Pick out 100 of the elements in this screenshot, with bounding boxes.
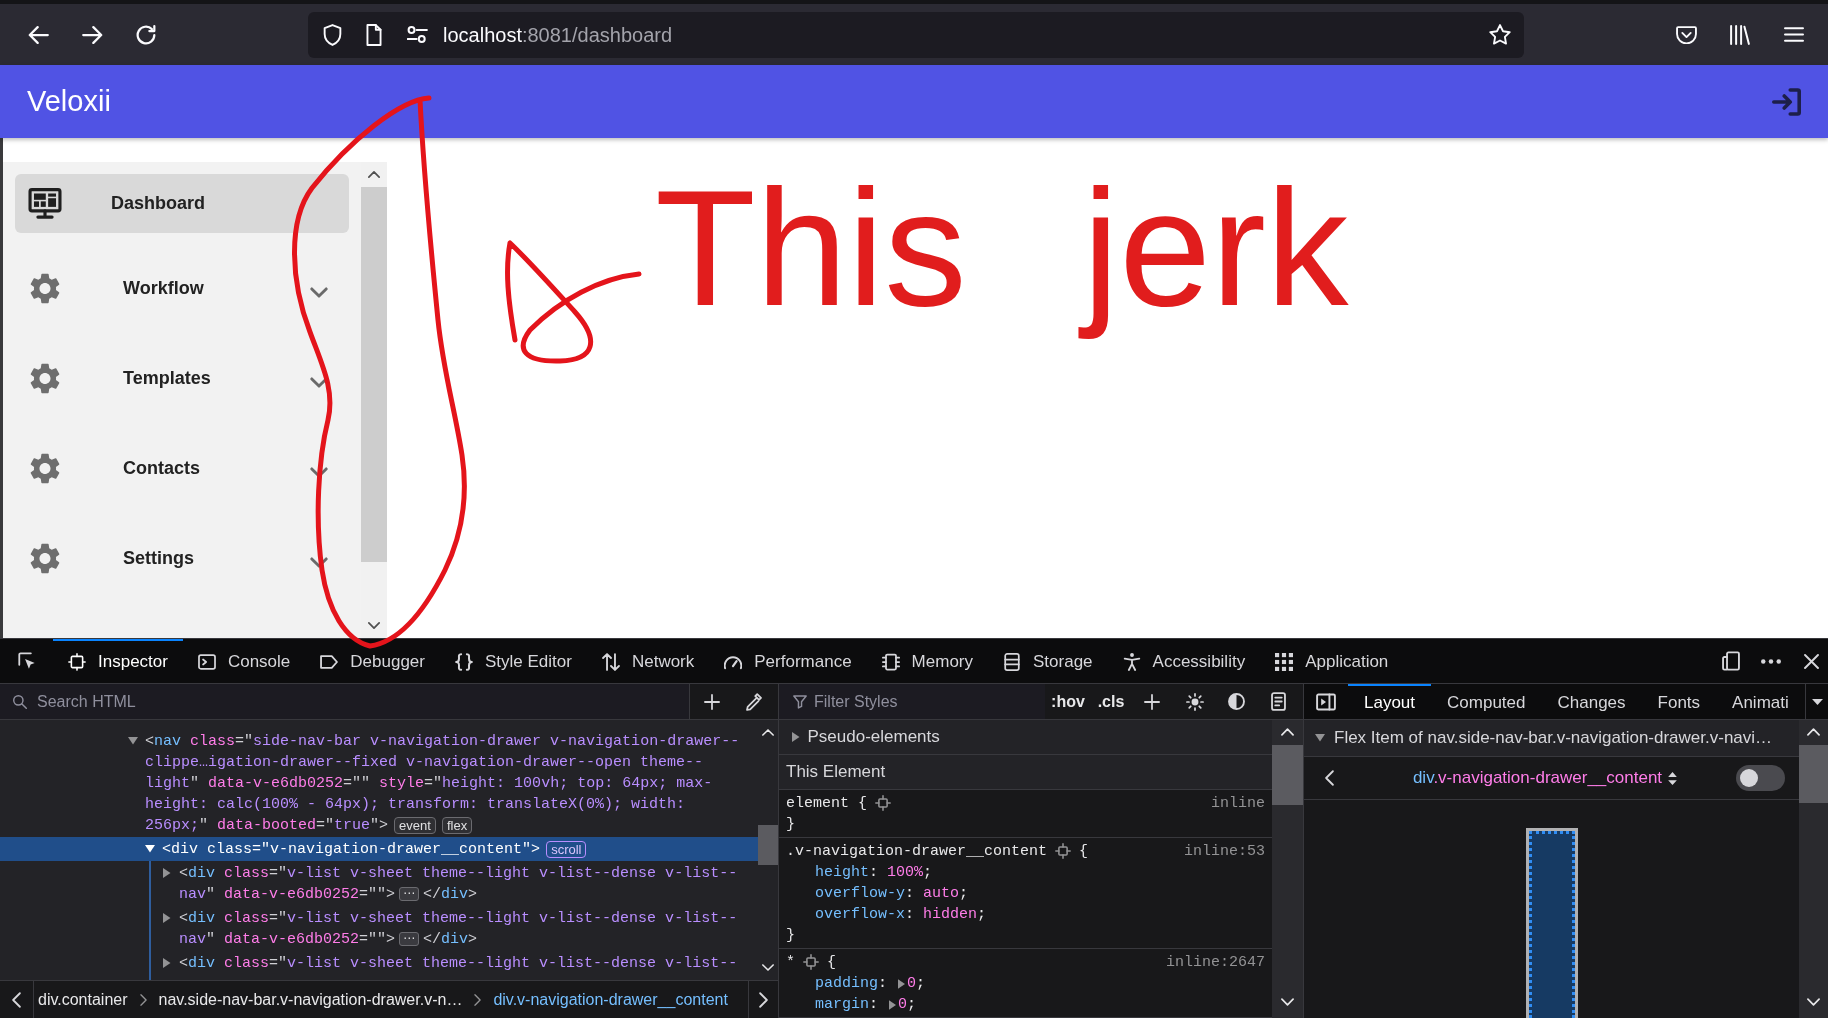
disclosure-triangle-icon[interactable]: [145, 845, 155, 853]
disclosure-triangle-icon[interactable]: [128, 737, 138, 745]
sidebar-tab[interactable]: Fonts: [1641, 684, 1717, 719]
disclosure-triangle-icon[interactable]: [163, 913, 171, 923]
style-section-toggle[interactable]: Pseudo-elements: [779, 720, 1272, 755]
css-declaration: overflow-y: auto;: [815, 884, 969, 904]
menu-icon: [1784, 27, 1804, 42]
css-value: 0;: [907, 974, 926, 994]
eyedropper-icon: [746, 692, 762, 711]
disclosure-triangle-icon[interactable]: [163, 868, 171, 878]
devtools-tab[interactable]: Memory: [866, 639, 988, 683]
closing-tag: </div>: [423, 883, 478, 905]
devtools-tab[interactable]: Accessibility: [1107, 639, 1261, 683]
rule-source[interactable]: inline:53: [1184, 840, 1265, 862]
disclosure-triangle-icon[interactable]: [898, 978, 906, 989]
css-declaration: padding:: [815, 974, 889, 994]
page-icon[interactable]: [366, 23, 382, 46]
scrollbar-thumb[interactable]: [1272, 745, 1303, 805]
chevron-down-icon[interactable]: [310, 286, 328, 298]
flex-item-selector[interactable]: div.v-navigation-drawer__content: [1412, 765, 1663, 791]
nav-item[interactable]: Contacts: [15, 423, 349, 513]
pseudo-class-toggle[interactable]: :hov: [1045, 684, 1091, 719]
chevron-down-icon[interactable]: [310, 556, 328, 568]
gauge-icon: [724, 653, 743, 671]
brace: {: [827, 952, 837, 973]
nav-item[interactable]: Workflow: [15, 243, 349, 333]
forward-arrow-icon: [81, 25, 103, 44]
devtools-tab[interactable]: Console: [182, 639, 306, 683]
breadcrumb[interactable]: div.container: [34, 987, 132, 1012]
plus-icon: [1144, 693, 1160, 710]
disclosure-triangle-icon[interactable]: [889, 999, 897, 1010]
frame-target-icon: [68, 653, 86, 671]
markup-code-line: height: calc(100% - 64px); transform: translateX(0%); width:: [145, 794, 686, 815]
css-selector: *: [786, 952, 795, 973]
crosshair-icon[interactable]: [875, 795, 892, 811]
monitor-dashboard-icon: [28, 188, 62, 219]
nav-item[interactable]: Templates: [15, 333, 349, 423]
close-icon: [1803, 653, 1819, 669]
chevron-right-icon: [474, 993, 482, 1006]
sliders-icon[interactable]: [407, 26, 428, 43]
gear-icon: [30, 542, 60, 574]
node-badge[interactable]: scroll: [546, 840, 587, 858]
rule-source[interactable]: inline:2647: [1165, 951, 1265, 973]
star-icon[interactable]: [1489, 24, 1511, 45]
sidebar-tab[interactable]: Changes: [1541, 684, 1642, 719]
sidebar-tab[interactable]: Animati: [1716, 684, 1805, 719]
console-icon: [197, 653, 216, 671]
chevron-left-icon: [1324, 770, 1334, 786]
pseudo-class-toggle[interactable]: .cls: [1093, 684, 1129, 719]
address-bar[interactable]: localhost:8081/dashboard: [308, 11, 1524, 58]
css-declaration: overflow-x: hidden;: [815, 905, 987, 925]
scrollbar-thumb[interactable]: [1799, 745, 1828, 803]
scrollbar-thumb[interactable]: [758, 825, 778, 865]
chevron-down-icon[interactable]: [310, 376, 328, 388]
url-text: localhost:8081/dashboard: [443, 22, 673, 48]
annotation-text: This jerk: [655, 155, 1349, 342]
flex-item-section-toggle[interactable]: Flex Item of nav.side-nav-bar.v-navigation-drawer.v-navi…: [1304, 720, 1799, 757]
disclosure-triangle-icon[interactable]: [163, 958, 171, 968]
shield-icon[interactable]: [323, 23, 342, 46]
devtools-tab[interactable]: Storage: [988, 639, 1108, 683]
grid-icon: [1275, 653, 1294, 671]
breadcrumb[interactable]: div.v-navigation-drawer__content: [489, 987, 732, 1012]
caret-down-icon: [1811, 698, 1823, 705]
devtools-tab[interactable]: Network: [586, 639, 710, 683]
disclosure-triangle-icon[interactable]: [792, 732, 800, 742]
rule-source[interactable]: inline: [1211, 792, 1265, 814]
css-value: 0;: [898, 995, 917, 1015]
app-title: Veloxii: [27, 87, 111, 116]
devtools-tab[interactable]: Style Editor: [440, 639, 587, 683]
highlight-toggle[interactable]: [1736, 765, 1785, 791]
css-declaration: height: 100%;: [815, 863, 933, 883]
css-selector: element {: [786, 793, 868, 814]
devtools-tab[interactable]: Debugger: [305, 639, 440, 683]
markup-code-line: nav" data-v-e6db0252="">: [179, 929, 396, 950]
chevron-down-icon[interactable]: [310, 466, 328, 478]
devtools-tab[interactable]: Performance: [709, 639, 867, 683]
collapsed-children-badge[interactable]: ⋯: [399, 932, 420, 946]
crosshair-icon[interactable]: [1055, 843, 1072, 859]
devices-icon: [1722, 651, 1740, 671]
breadcrumb[interactable]: nav.side-nav-bar.v-navigation-drawer.v-n…: [154, 987, 467, 1012]
scrollbar-thumb[interactable]: [361, 187, 387, 562]
node-badge[interactable]: flex: [441, 816, 473, 834]
nav-item[interactable]: Dashboard: [15, 174, 349, 233]
node-badge[interactable]: event: [394, 816, 436, 834]
devtools-tab[interactable]: Application: [1260, 639, 1404, 683]
gear-icon: [30, 272, 60, 304]
tag-shape-icon: [320, 653, 339, 671]
closing-tag: </div>: [423, 928, 478, 950]
sort-arrows-icon[interactable]: [1668, 771, 1678, 785]
sidebar-tab[interactable]: Computed: [1431, 684, 1542, 719]
chevron-right-icon: [759, 991, 768, 1008]
closing-brace: }: [786, 815, 795, 835]
disclosure-triangle-icon[interactable]: [1315, 734, 1325, 742]
crosshair-icon[interactable]: [803, 954, 819, 970]
pocket-icon: [1675, 25, 1697, 44]
nav-item[interactable]: Settings: [15, 513, 349, 603]
collapsed-children-badge[interactable]: ⋯: [399, 887, 420, 901]
curly-braces-icon: [455, 653, 473, 671]
closing-brace: }: [786, 926, 795, 946]
markup-code-line: nav" data-v-e6db0252="">: [179, 884, 396, 905]
